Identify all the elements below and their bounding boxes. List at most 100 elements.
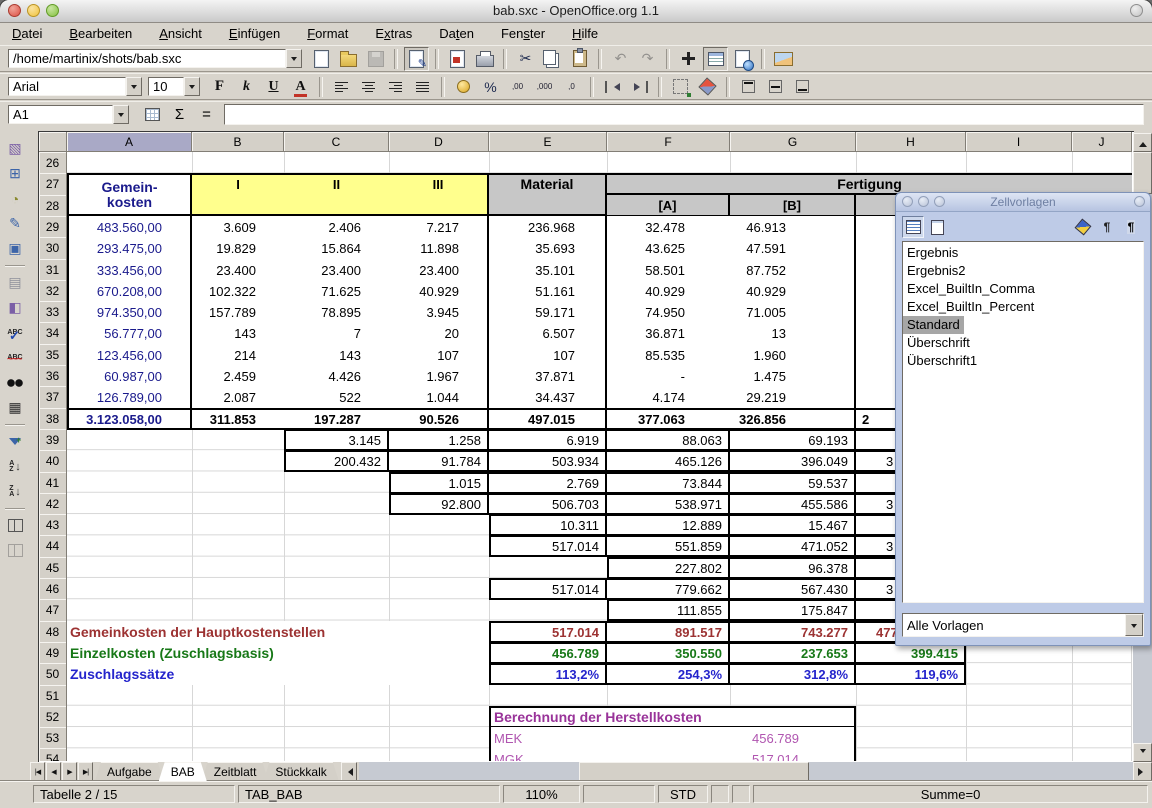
cell-F37[interactable]: 4.174 (607, 386, 730, 408)
row-header-53[interactable]: 53 (39, 727, 67, 749)
cell-G48[interactable]: 743.277 (730, 621, 856, 643)
cell-F50[interactable]: 254,3% (607, 663, 730, 685)
cell-D32[interactable]: 40.929 (389, 280, 489, 302)
column-header-a[interactable]: A (67, 132, 192, 152)
cell-A49[interactable]: Einzelkosten (Zuschlagsbasis) (67, 642, 489, 664)
row-header-27[interactable]: 27 (39, 173, 67, 196)
align-bottom-icon[interactable] (790, 75, 815, 99)
horizontal-scrollbar[interactable] (359, 762, 1133, 781)
delete-decimal-icon[interactable]: ,0 (559, 75, 584, 99)
scroll-down-button[interactable] (1133, 743, 1152, 762)
stylist-icon[interactable] (703, 47, 728, 71)
row-header-30[interactable]: 30 (39, 237, 67, 260)
menu-fenster[interactable]: Fenster (501, 26, 545, 41)
cell-H50[interactable]: 119,6% (856, 663, 966, 685)
url-dropdown-button[interactable] (286, 49, 302, 68)
row-header-47[interactable]: 47 (39, 599, 67, 622)
cell-D33[interactable]: 3.945 (389, 301, 489, 323)
row-header-31[interactable]: 31 (39, 259, 67, 281)
vertical-scroll-thumb[interactable] (1133, 152, 1152, 194)
cell-A33[interactable]: 974.350,00 (67, 301, 192, 323)
style-item-excel_builtin_percent[interactable]: Excel_BuiltIn_Percent (903, 298, 1038, 316)
cell-G43[interactable]: 15.467 (730, 514, 856, 536)
cell-E34[interactable]: 6.507 (489, 322, 607, 344)
cell-F45[interactable]: 227.802 (607, 557, 730, 579)
cell-E31[interactable]: 35.101 (489, 259, 607, 281)
status-mode[interactable]: STD (658, 785, 708, 803)
cell-G28[interactable]: [B] (730, 195, 856, 217)
cell-F39[interactable]: 88.063 (607, 429, 730, 451)
insert-object-icon[interactable]: ◔ (3, 187, 27, 210)
menu-einfgen[interactable]: Einfügen (229, 26, 280, 41)
undo-icon[interactable]: ↶ (608, 47, 633, 71)
cell-G54[interactable]: 517.014 (730, 748, 856, 761)
menu-bearbeiten[interactable]: Bearbeiten (69, 26, 132, 41)
cell-G39[interactable]: 69.193 (730, 429, 856, 451)
cell-C37[interactable]: 522 (284, 386, 389, 408)
cell-G29[interactable]: 46.913 (730, 216, 856, 238)
cell-F38[interactable]: 377.063 (607, 408, 730, 430)
status-zoom[interactable]: 110% (503, 785, 580, 803)
formula-input[interactable] (224, 104, 1144, 125)
cell-G46[interactable]: 567.430 (730, 578, 856, 600)
cell-G30[interactable]: 47.591 (730, 237, 856, 259)
style-item-excel_builtin_comma[interactable]: Excel_BuiltIn_Comma (903, 280, 1039, 298)
row-header-46[interactable]: 46 (39, 578, 67, 600)
cell-D40[interactable]: 91.784 (389, 450, 489, 472)
cell-E40[interactable]: 503.934 (489, 450, 607, 472)
cell-G50[interactable]: 312,8% (730, 663, 856, 685)
column-header-j[interactable]: J (1072, 132, 1132, 152)
url-input[interactable] (8, 49, 286, 68)
cell-E41[interactable]: 2.769 (489, 472, 607, 494)
borders-icon[interactable] (668, 75, 693, 99)
cell-G53[interactable]: 456.789 (730, 727, 856, 749)
italic-icon[interactable]: k (234, 75, 259, 99)
draw-functions-icon[interactable]: ✎ (3, 212, 27, 235)
cell-A34[interactable]: 56.777,00 (67, 322, 192, 344)
cell-G38[interactable]: 326.856 (730, 408, 856, 430)
align-right-icon[interactable] (383, 75, 408, 99)
next-sheet-button[interactable]: ▶ (62, 762, 77, 781)
cell-E50[interactable]: 113,2% (489, 663, 607, 685)
cell-F40[interactable]: 465.126 (607, 450, 730, 472)
hyperlink-bar-icon[interactable] (730, 47, 755, 71)
cell-G37[interactable]: 29.219 (730, 386, 856, 408)
cell-A50[interactable]: Zuschlagssätze (67, 663, 489, 685)
cell-D30[interactable]: 11.898 (389, 237, 489, 259)
cell-A30[interactable]: 293.475,00 (67, 237, 192, 259)
open-document-icon[interactable] (336, 47, 361, 71)
menu-extras[interactable]: Extras (375, 26, 412, 41)
cell-F31[interactable]: 58.501 (607, 259, 730, 281)
find-replace-icon[interactable] (3, 371, 27, 394)
cell-F43[interactable]: 12.889 (607, 514, 730, 536)
cell-F42[interactable]: 538.971 (607, 493, 730, 515)
sort-ascending-icon[interactable] (3, 455, 27, 478)
paste-icon[interactable] (567, 47, 592, 71)
menu-daten[interactable]: Daten (439, 26, 474, 41)
cell-G41[interactable]: 59.537 (730, 472, 856, 494)
number-format-percent-icon[interactable]: % (478, 75, 503, 99)
group-icon[interactable] (3, 514, 27, 537)
decrease-indent-icon[interactable] (600, 75, 625, 99)
menu-ansicht[interactable]: Ansicht (159, 26, 202, 41)
cell-E52[interactable]: Berechnung der Herstellkosten (489, 706, 856, 728)
style-item-standard[interactable]: Standard (903, 316, 964, 334)
cell-G34[interactable]: 13 (730, 322, 856, 344)
copy-icon[interactable] (540, 47, 565, 71)
align-left-icon[interactable] (329, 75, 354, 99)
cell-E48[interactable]: 517.014 (489, 621, 607, 643)
gallery-icon[interactable] (771, 47, 796, 71)
first-sheet-button[interactable]: |◀ (30, 762, 45, 781)
cell-D36[interactable]: 1.967 (389, 365, 489, 387)
horizontal-scroll-thumb[interactable] (579, 762, 809, 781)
cell-F32[interactable]: 40.929 (607, 280, 730, 302)
style-item-überschrift[interactable]: Überschrift (903, 334, 974, 352)
font-name-dropdown-button[interactable] (126, 77, 142, 96)
sheet-tab-bab[interactable]: BAB (159, 762, 207, 781)
sheet-tab-zeitblatt[interactable]: Zeitblatt (202, 762, 269, 781)
cell-B36[interactable]: 2.459 (192, 365, 284, 387)
cell-styles-title-bar[interactable]: Zellvorlagen (896, 193, 1150, 212)
function-wizard-icon[interactable] (140, 103, 165, 127)
row-header-45[interactable]: 45 (39, 557, 67, 579)
cell-F54[interactable] (607, 748, 730, 761)
